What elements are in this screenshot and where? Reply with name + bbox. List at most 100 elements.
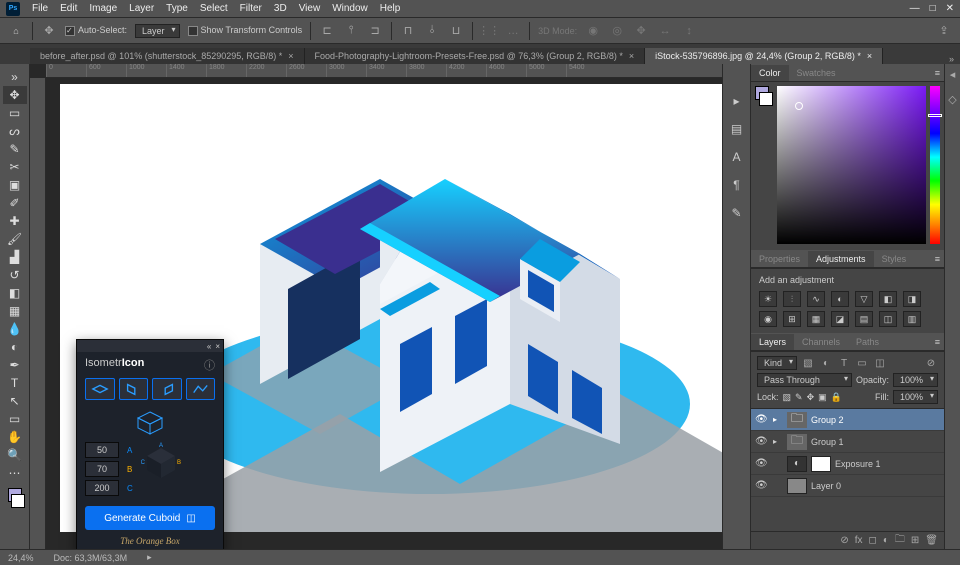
panel-menu-icon[interactable]: ≡ — [931, 254, 944, 264]
filter-adjustment-icon[interactable]: ◐ — [819, 356, 833, 370]
vertical-ruler[interactable] — [30, 78, 46, 549]
visibility-icon[interactable]: 👁 — [755, 458, 769, 469]
adjustment-colorlookup-icon[interactable]: ▦ — [807, 311, 825, 327]
adjustment-photo-filter-icon[interactable]: ◉ — [759, 311, 777, 327]
iso-top-button[interactable] — [85, 378, 115, 400]
show-transform-checkbox[interactable] — [188, 26, 198, 36]
history-brush-tool[interactable]: ↺ — [3, 266, 27, 284]
align-center-h-icon[interactable]: ⫯ — [343, 23, 359, 39]
tab-channels[interactable]: Channels — [794, 334, 848, 350]
lock-position-icon[interactable]: ✥ — [807, 392, 815, 403]
layer-row[interactable]: 👁 Layer 0 — [751, 475, 944, 497]
adjustment-curves-icon[interactable]: ∿ — [807, 291, 825, 307]
menu-image[interactable]: Image — [89, 3, 117, 14]
visibility-icon[interactable]: 👁 — [755, 480, 769, 491]
align-left-icon[interactable]: ⊏ — [319, 23, 335, 39]
minimize-icon[interactable]: — — [910, 3, 920, 14]
layer-name[interactable]: Group 2 — [811, 415, 844, 425]
3d-zoom-icon[interactable]: ↕ — [681, 23, 697, 39]
tab-close-icon[interactable]: × — [629, 51, 634, 61]
dimension-c-input[interactable] — [85, 480, 119, 496]
plugin-titlebar[interactable]: « × — [77, 340, 223, 352]
stamp-tool[interactable]: ▟ — [3, 248, 27, 266]
auto-select-checkbox[interactable] — [65, 26, 75, 36]
gradient-tool[interactable]: ▦ — [3, 302, 27, 320]
collapse-strip-icon[interactable]: ◂ — [950, 68, 956, 81]
menu-3d[interactable]: 3D — [274, 3, 287, 14]
tab-color[interactable]: Color — [751, 65, 789, 81]
layer-name[interactable]: Layer 0 — [811, 481, 841, 491]
tab-adjustments[interactable]: Adjustments — [808, 251, 874, 267]
menu-edit[interactable]: Edit — [60, 3, 77, 14]
3d-roll-icon[interactable]: ◎ — [609, 23, 625, 39]
adjustment-threshold-icon[interactable]: ◫ — [879, 311, 897, 327]
iso-right-button[interactable] — [152, 378, 182, 400]
layer-row[interactable]: 👁 ▸ 🗀 Group 2 — [751, 409, 944, 431]
new-adjustment-icon[interactable]: ◐ — [883, 535, 889, 546]
zoom-tool[interactable]: 🔍 — [3, 446, 27, 464]
hue-slider-handle[interactable] — [928, 114, 942, 117]
adjustment-gradient-map-icon[interactable]: ▥ — [903, 311, 921, 327]
color-field[interactable] — [777, 86, 926, 244]
document-tab[interactable]: before_after.psd @ 101% (shutterstock_85… — [30, 48, 305, 64]
maximize-icon[interactable]: □ — [930, 3, 936, 14]
filter-smart-icon[interactable]: ◫ — [873, 356, 887, 370]
quick-select-tool[interactable]: ✎ — [3, 140, 27, 158]
brush-tool[interactable]: 🖌 — [3, 230, 27, 248]
tab-close-icon[interactable]: × — [288, 51, 293, 61]
lock-artboard-icon[interactable]: ▣ — [818, 392, 827, 403]
home-icon[interactable]: ⌂ — [8, 23, 24, 39]
align-middle-v-icon[interactable]: ⫰ — [424, 23, 440, 39]
lasso-tool[interactable]: ᔕ — [3, 122, 27, 140]
plugin-collapse-icon[interactable]: « — [207, 342, 211, 351]
align-right-icon[interactable]: ⊐ — [367, 23, 383, 39]
eraser-tool[interactable]: ◧ — [3, 284, 27, 302]
background-color-swatch[interactable] — [11, 494, 25, 508]
zoom-level[interactable]: 24,4% — [8, 553, 34, 563]
adjustment-invert-icon[interactable]: ◪ — [831, 311, 849, 327]
3d-orbit-icon[interactable]: ◉ — [585, 23, 601, 39]
adjustment-vibrance-icon[interactable]: ▽ — [855, 291, 873, 307]
delete-layer-icon[interactable]: 🗑 — [925, 535, 938, 546]
more-align-icon[interactable]: … — [505, 23, 521, 39]
dimension-b-input[interactable] — [85, 461, 119, 477]
plugin-info-icon[interactable]: ⓘ — [204, 357, 215, 373]
document-tab[interactable]: Food-Photography-Lightroom-Presets-Free.… — [305, 48, 646, 64]
shape-tool[interactable]: ▭ — [3, 410, 27, 428]
panel-menu-icon[interactable]: ≡ — [931, 68, 944, 78]
tabs-overflow-icon[interactable]: » — [943, 54, 960, 64]
iso-custom-button[interactable] — [186, 378, 216, 400]
opacity-input[interactable]: 100% — [893, 373, 938, 387]
hand-tool[interactable]: ✋ — [3, 428, 27, 446]
tab-swatches[interactable]: Swatches — [789, 65, 844, 81]
healing-tool[interactable]: ✚ — [3, 212, 27, 230]
tab-paths[interactable]: Paths — [848, 334, 887, 350]
eyedropper-tool[interactable]: ✐ — [3, 194, 27, 212]
layer-row[interactable]: 👁 ▸ 🗀 Group 1 — [751, 431, 944, 453]
blend-mode-dropdown[interactable]: Pass Through — [757, 373, 852, 387]
menu-type[interactable]: Type — [166, 3, 188, 14]
dodge-tool[interactable]: ◐ — [3, 338, 27, 356]
adjustment-hue-icon[interactable]: ◧ — [879, 291, 897, 307]
isometricon-plugin-panel[interactable]: « × IsometrIcon ⓘ — [76, 339, 224, 549]
menu-window[interactable]: Window — [332, 3, 368, 14]
visibility-icon[interactable]: 👁 — [755, 436, 769, 447]
edit-toolbar-icon[interactable]: ⋯ — [3, 464, 27, 482]
close-icon[interactable]: ✕ — [946, 3, 954, 14]
adjustment-bw-icon[interactable]: ◨ — [903, 291, 921, 307]
collapse-icon[interactable]: ▸ — [728, 92, 746, 110]
fill-input[interactable]: 100% — [893, 390, 938, 404]
expand-tools-icon[interactable]: » — [3, 68, 27, 86]
menu-filter[interactable]: Filter — [240, 3, 262, 14]
filter-pixel-icon[interactable]: ▧ — [801, 356, 815, 370]
menu-layer[interactable]: Layer — [129, 3, 154, 14]
adjustment-posterize-icon[interactable]: ▤ — [855, 311, 873, 327]
expand-icon[interactable]: ▸ — [773, 415, 783, 424]
link-layers-icon[interactable]: ⊘ — [840, 535, 848, 546]
move-tool[interactable]: ✥ — [3, 86, 27, 104]
tab-layers[interactable]: Layers — [751, 334, 794, 350]
hue-slider[interactable] — [930, 86, 940, 244]
horizontal-ruler[interactable]: 0600100014001800220026003000340038004200… — [46, 64, 722, 78]
expand-icon[interactable]: ▸ — [773, 437, 783, 446]
visibility-icon[interactable]: 👁 — [755, 414, 769, 425]
